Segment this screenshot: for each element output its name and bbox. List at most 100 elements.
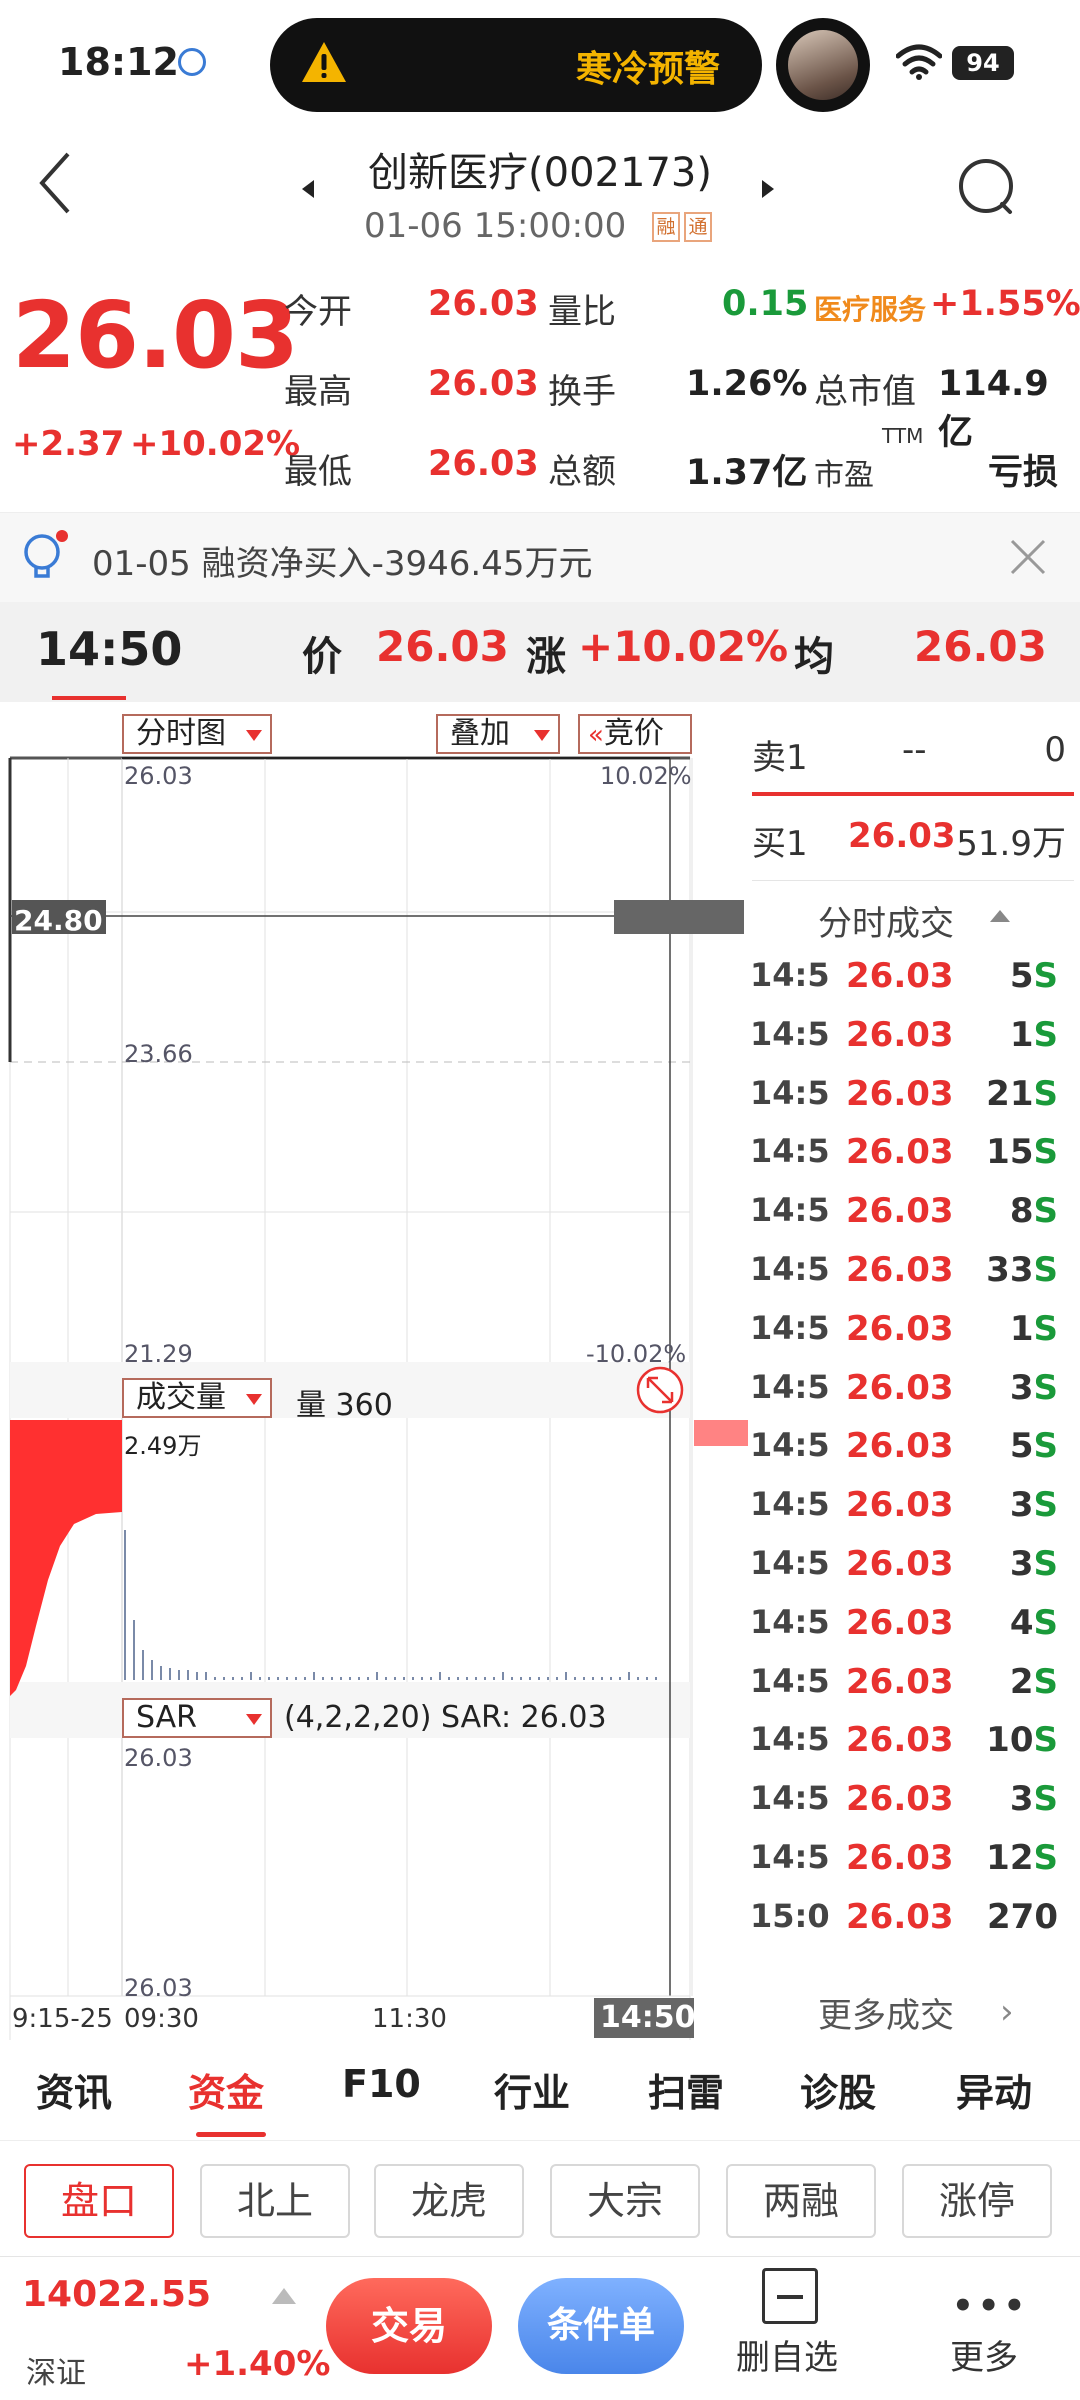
remove-watchlist-label[interactable]: 删自选 — [736, 2330, 838, 2379]
volume-bar — [565, 1672, 567, 1680]
chevron-down-icon — [246, 730, 262, 741]
search-icon[interactable] — [956, 156, 1020, 220]
tick-price: 26.03 — [846, 1014, 954, 1055]
sub-tab-4[interactable]: 两融 — [726, 2164, 876, 2238]
volume-bar — [223, 1677, 225, 1680]
market-cap-label: 总市值 — [814, 372, 916, 412]
tick-price: 26.03 — [846, 1367, 954, 1408]
price-axis-mid: 23.66 — [124, 1040, 193, 1068]
volume-bar — [556, 1677, 558, 1680]
intraday-chart[interactable] — [0, 700, 750, 2040]
tick-side-flag: S — [1033, 1250, 1059, 1290]
volume-bar — [286, 1677, 288, 1680]
time-axis-open: 09:30 — [124, 2004, 199, 2034]
auction-toggle-button[interactable]: «竞价 — [578, 714, 692, 754]
tab-3[interactable]: 行业 — [494, 2062, 570, 2117]
sub-tab-5[interactable]: 涨停 — [902, 2164, 1052, 2238]
high-label: 最高 — [284, 372, 352, 412]
volume-bar — [313, 1672, 315, 1680]
tick-row: 14:5 26.03 5S — [750, 1426, 1070, 1486]
volume-bar — [529, 1677, 531, 1680]
volume-bar — [448, 1677, 450, 1680]
tick-time: 14:5 — [750, 1308, 830, 1347]
volume-bar — [178, 1670, 180, 1680]
expand-icon — [636, 1366, 684, 1414]
time-axis-auction: 9:15-25 — [12, 2004, 113, 2034]
auction-volume-bars — [10, 1420, 122, 1696]
volume-bar — [385, 1677, 387, 1680]
tick-row: 14:5 26.03 1S — [750, 1309, 1070, 1369]
overlay-label: 叠加 — [450, 716, 510, 751]
more-label[interactable]: 更多 — [950, 2330, 1018, 2379]
tick-volume: 3S — [1010, 1544, 1058, 1584]
sort-up-icon[interactable] — [990, 910, 1010, 922]
sub-tab-3[interactable]: 大宗 — [550, 2164, 700, 2238]
remove-watchlist-icon[interactable] — [762, 2268, 818, 2324]
more-dots-icon[interactable]: ••• — [952, 2286, 1029, 2326]
conditional-order-button[interactable]: 条件单 — [518, 2278, 684, 2374]
chart-type-dropdown[interactable]: 分时图 — [122, 714, 272, 754]
crosshair-right-box — [614, 900, 744, 934]
tick-price: 26.03 — [846, 1838, 954, 1878]
volume-bar — [331, 1677, 333, 1680]
tick-volume: 270 — [987, 1897, 1058, 1937]
sub-tab-0[interactable]: 盘口 — [24, 2164, 174, 2238]
sector-change: +1.55% — [930, 284, 1080, 324]
tab-4[interactable]: 扫雷 — [648, 2062, 724, 2117]
sector-name[interactable]: 医疗服务 — [814, 288, 926, 328]
tick-price: 26.03 — [846, 1779, 954, 1820]
volume-bar — [574, 1677, 576, 1680]
tick-side-flag: S — [1033, 956, 1059, 996]
tick-volume-value: 10 — [986, 1720, 1034, 1761]
tick-side-flag: S — [1033, 1779, 1059, 1820]
expand-up-icon[interactable] — [272, 2288, 296, 2304]
next-stock-icon[interactable] — [762, 180, 774, 198]
tab-0[interactable]: 资讯 — [36, 2062, 112, 2117]
overlay-dropdown[interactable]: 叠加 — [436, 714, 560, 754]
index-change: +1.40% — [184, 2344, 331, 2384]
tick-time: 14:5 — [750, 1485, 830, 1524]
chart-type-label: 分时图 — [136, 716, 226, 751]
pct-axis-bottom: -10.02% — [586, 1340, 687, 1368]
tab-6[interactable]: 异动 — [956, 2062, 1032, 2117]
indicator-dropdown[interactable]: SAR — [122, 1698, 272, 1738]
trade-button[interactable]: 交易 — [326, 2278, 492, 2374]
volume-bar — [295, 1677, 297, 1680]
tick-row: 14:5 26.03 10S — [750, 1720, 1070, 1780]
tick-volume: 8S — [1010, 1191, 1058, 1231]
avatar[interactable] — [788, 30, 858, 100]
lightbulb-icon — [24, 530, 68, 578]
tick-side-flag: S — [1033, 1132, 1059, 1173]
volume-bar — [340, 1677, 342, 1680]
tick-row: 14:5 26.03 3S — [750, 1485, 1070, 1545]
tab-5[interactable]: 诊股 — [800, 2062, 876, 2117]
index-value[interactable]: 14022.55 — [22, 2274, 211, 2315]
back-arrow-icon[interactable] — [36, 150, 76, 216]
chevron-down-icon — [246, 1714, 262, 1725]
price-change-percent: +10.02% — [130, 424, 301, 464]
tick-row: 14:5 26.03 4S — [750, 1603, 1070, 1663]
price-axis-bottom: 21.29 — [124, 1340, 193, 1368]
close-icon[interactable] — [1008, 537, 1048, 577]
tick-volume-value: 3 — [1009, 1485, 1034, 1526]
tick-side-flag: S — [1033, 1014, 1059, 1055]
volume-bar — [196, 1672, 198, 1680]
tick-price: 26.03 — [846, 1426, 954, 1467]
sub-tab-1[interactable]: 北上 — [200, 2164, 350, 2238]
chevron-right-icon[interactable]: › — [1000, 1992, 1014, 2032]
amount-label: 总额 — [548, 452, 616, 492]
tick-side-flag: S — [1033, 1720, 1059, 1761]
open-value: 26.03 — [428, 284, 539, 324]
sub-tab-2[interactable]: 龙虎 — [374, 2164, 524, 2238]
more-ticks-link[interactable]: 更多成交 — [818, 1988, 954, 2037]
active-tab-indicator — [196, 2132, 266, 2137]
ticks-title[interactable]: 分时成交 — [818, 896, 954, 945]
volume-bar — [169, 1668, 171, 1680]
tabs-divider — [0, 2140, 1080, 2141]
volume-right-marker — [694, 1420, 748, 1446]
volume-dropdown[interactable]: 成交量 — [122, 1378, 272, 1418]
tab-1[interactable]: 资金 — [188, 2062, 264, 2117]
tab-2[interactable]: F10 — [342, 2062, 421, 2106]
previous-stock-icon[interactable] — [302, 180, 314, 198]
sell1-row: 卖1 -- 0 — [752, 730, 1072, 780]
